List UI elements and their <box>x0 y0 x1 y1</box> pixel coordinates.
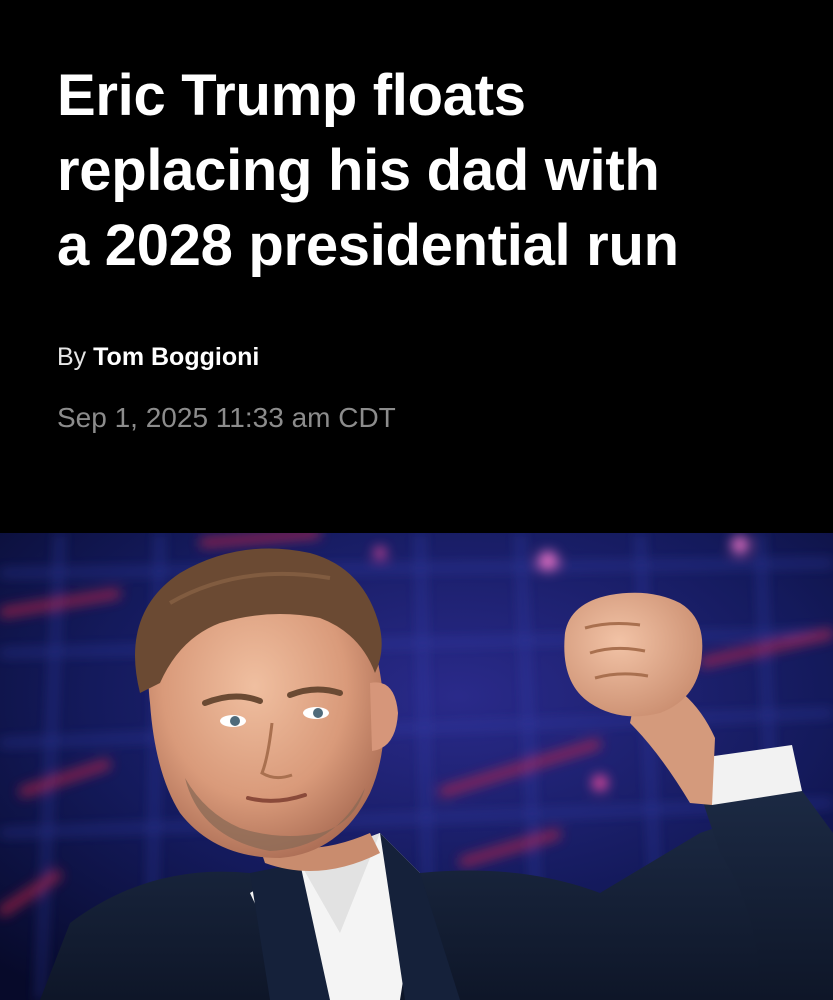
headline-line-1: Eric Trump floats <box>57 63 526 128</box>
article-headline[interactable]: Eric Trump floats replacing his dad with… <box>57 58 817 283</box>
byline-prefix: By <box>57 343 87 371</box>
author-name[interactable]: Tom Boggioni <box>93 343 259 371</box>
article-hero-photo[interactable] <box>0 533 833 1000</box>
byline: By Tom Boggioni <box>57 340 259 374</box>
headline-line-2: replacing his dad with <box>57 138 660 203</box>
headline-line-3: a 2028 presidential run <box>57 213 679 278</box>
publish-timestamp: Sep 1, 2025 11:33 am CDT <box>57 402 396 433</box>
article-header: Eric Trump floats replacing his dad with… <box>0 0 833 533</box>
hero-photo-illustration <box>0 533 833 1000</box>
